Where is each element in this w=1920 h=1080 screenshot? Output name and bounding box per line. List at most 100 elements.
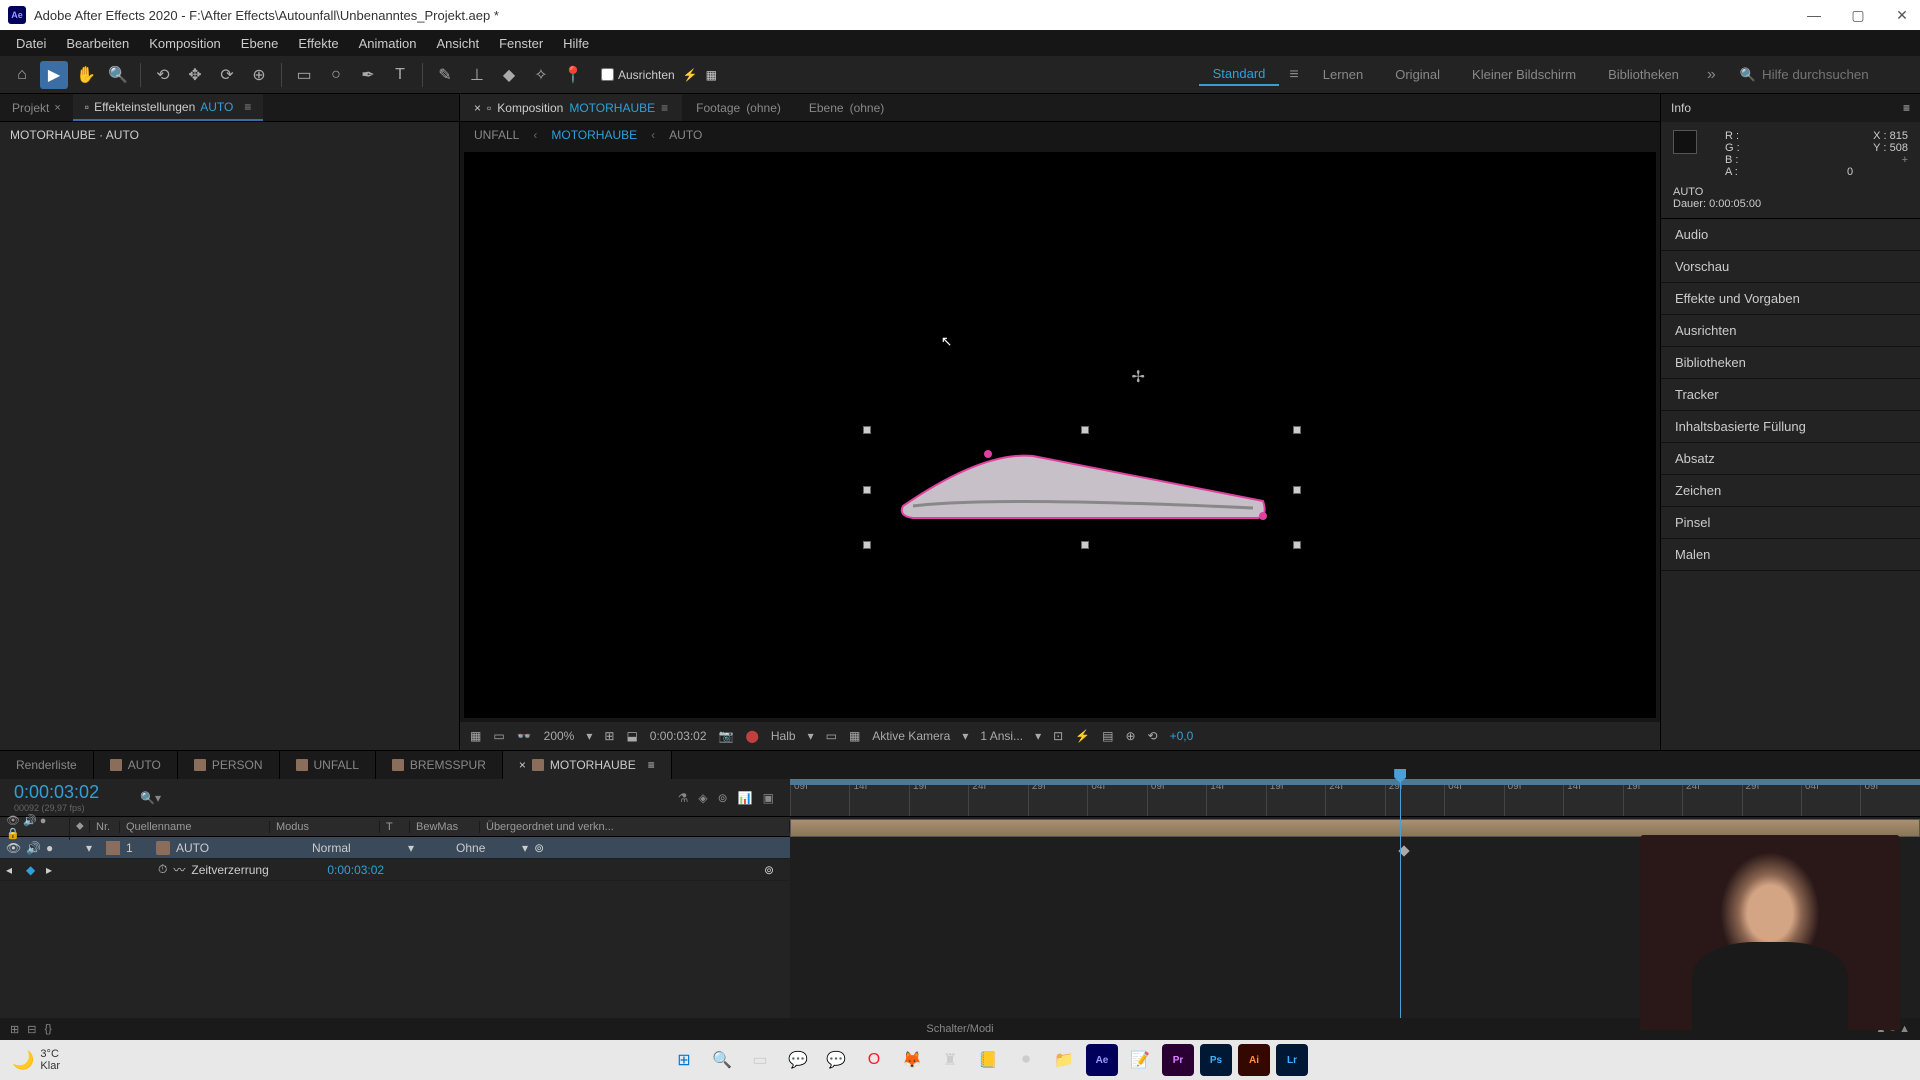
- resolution-icon[interactable]: ⊞: [604, 729, 614, 743]
- snapshot-icon[interactable]: 📷: [719, 729, 734, 743]
- pan-tool[interactable]: ✥: [181, 61, 209, 89]
- transform-handle[interactable]: [863, 486, 871, 494]
- zoom-tool[interactable]: 🔍: [104, 61, 132, 89]
- task-view-button[interactable]: ▭: [744, 1044, 776, 1076]
- tab-effekteinstellungen[interactable]: ▫ Effekteinstellungen AUTO ≡: [73, 94, 264, 121]
- snap-icon[interactable]: ⚡: [683, 68, 698, 82]
- hand-tool[interactable]: ✋: [72, 61, 100, 89]
- solo-toggle[interactable]: ●: [46, 841, 60, 855]
- keyframe-toggle[interactable]: ◆: [26, 863, 40, 877]
- transform-handle[interactable]: [1293, 426, 1301, 434]
- exposure-value[interactable]: +0,0: [1170, 729, 1194, 743]
- schalter-modi-toggle[interactable]: Schalter/Modi: [926, 1023, 993, 1035]
- selected-layer-shape[interactable]: [893, 446, 1273, 536]
- stopwatch-icon[interactable]: ⏱: [158, 862, 167, 877]
- dropdown-icon[interactable]: ▾: [522, 841, 528, 855]
- menu-komposition[interactable]: Komposition: [139, 36, 231, 51]
- firefox-icon[interactable]: 🦊: [896, 1044, 928, 1076]
- menu-effekte[interactable]: Effekte: [288, 36, 348, 51]
- transform-handle[interactable]: [1081, 426, 1089, 434]
- menu-hilfe[interactable]: Hilfe: [553, 36, 599, 51]
- panel-vorschau[interactable]: Vorschau: [1661, 251, 1920, 283]
- channel-icon[interactable]: ⬤: [745, 729, 758, 743]
- guides-icon[interactable]: ▭: [493, 729, 504, 743]
- timeline-layer-row[interactable]: 👁 🔊 ● ▾ 1 AUTO Normal ▾ Ohne ▾ ⊚: [0, 837, 790, 859]
- help-search-input[interactable]: [1762, 67, 1902, 82]
- rect-tool[interactable]: ▭: [290, 61, 318, 89]
- weather-widget[interactable]: 🌙 3°C Klar: [12, 1048, 60, 1072]
- comp-tab-komposition[interactable]: × ▫ Komposition MOTORHAUBE ≡: [460, 94, 682, 121]
- resolution-select[interactable]: Halb: [771, 729, 796, 743]
- panel-pinsel[interactable]: Pinsel: [1661, 507, 1920, 539]
- tl-tab-bremsspur[interactable]: BREMSSPUR: [376, 751, 503, 779]
- transform-handle[interactable]: [1293, 541, 1301, 549]
- work-area-bar[interactable]: [790, 779, 1920, 785]
- clone-tool[interactable]: ⊥: [463, 61, 491, 89]
- opera-icon[interactable]: O: [858, 1044, 890, 1076]
- grid-icon[interactable]: ▦: [470, 729, 481, 743]
- mask-icon[interactable]: 👓: [517, 729, 532, 743]
- timeline-ruler[interactable]: 09f 14f 19f 24f 29f 04f 09f 14f 19f 24f …: [790, 779, 1920, 817]
- tl-tab-person[interactable]: PERSON: [178, 751, 280, 779]
- timeline-icon[interactable]: ▤: [1102, 729, 1113, 743]
- start-button[interactable]: ⊞: [668, 1044, 700, 1076]
- toggle-modes-icon[interactable]: ⊟: [27, 1023, 36, 1036]
- workspace-overflow-icon[interactable]: »: [1697, 66, 1726, 84]
- brush-tool[interactable]: ✎: [431, 61, 459, 89]
- reset-exposure-icon[interactable]: ⟲: [1148, 729, 1158, 743]
- keyframe-nav-next[interactable]: ▸: [46, 863, 60, 877]
- zoom-dropdown-icon[interactable]: ▾: [586, 729, 592, 743]
- viewport-timecode[interactable]: 0:00:03:02: [650, 729, 707, 743]
- panel-malen[interactable]: Malen: [1661, 539, 1920, 571]
- menu-ansicht[interactable]: Ansicht: [426, 36, 489, 51]
- layer-name[interactable]: AUTO: [176, 841, 306, 855]
- panel-menu-icon[interactable]: ≡: [244, 100, 251, 114]
- dropdown-icon[interactable]: ⬓: [626, 729, 637, 743]
- pen-tool[interactable]: ✒: [354, 61, 382, 89]
- close-icon[interactable]: ×: [519, 758, 526, 772]
- rotate-tool[interactable]: ⟳: [213, 61, 241, 89]
- obs-icon[interactable]: ⏺: [1010, 1044, 1042, 1076]
- close-icon[interactable]: ×: [54, 102, 60, 114]
- menu-animation[interactable]: Animation: [349, 36, 427, 51]
- panel-inhaltsfuellung[interactable]: Inhaltsbasierte Füllung: [1661, 411, 1920, 443]
- app-icon[interactable]: 📝: [1124, 1044, 1156, 1076]
- close-icon[interactable]: ×: [474, 101, 481, 115]
- menu-fenster[interactable]: Fenster: [489, 36, 553, 51]
- maximize-button[interactable]: ▢: [1848, 7, 1868, 24]
- workspace-original[interactable]: Original: [1381, 64, 1454, 85]
- timeline-search-icon[interactable]: 🔍▾: [140, 791, 161, 805]
- ellipse-tool[interactable]: ○: [322, 61, 350, 89]
- panel-menu-icon[interactable]: ≡: [648, 758, 655, 772]
- teams-icon[interactable]: 💬: [782, 1044, 814, 1076]
- panel-bibliotheken[interactable]: Bibliotheken: [1661, 347, 1920, 379]
- dropdown-icon[interactable]: ▾: [1035, 729, 1041, 743]
- menu-ebene[interactable]: Ebene: [231, 36, 289, 51]
- frame-blend-icon[interactable]: ◈: [698, 791, 707, 805]
- workspace-menu-icon[interactable]: ≡: [1283, 66, 1304, 84]
- panel-absatz[interactable]: Absatz: [1661, 443, 1920, 475]
- workspace-lernen[interactable]: Lernen: [1309, 64, 1377, 85]
- orbit-tool[interactable]: ⟲: [149, 61, 177, 89]
- flowchart-icon[interactable]: ⊕: [1125, 729, 1135, 743]
- panel-tracker[interactable]: Tracker: [1661, 379, 1920, 411]
- workspace-standard[interactable]: Standard: [1199, 63, 1280, 86]
- property-value[interactable]: 0:00:03:02: [327, 863, 384, 877]
- eraser-tool[interactable]: ◆: [495, 61, 523, 89]
- menu-bearbeiten[interactable]: Bearbeiten: [56, 36, 139, 51]
- roto-tool[interactable]: ✧: [527, 61, 555, 89]
- breadcrumb-motorhaube[interactable]: MOTORHAUBE: [551, 128, 637, 142]
- draft3d-icon[interactable]: ▣: [763, 791, 774, 805]
- region-icon[interactable]: ▭: [826, 729, 837, 743]
- parent-pickwhip-icon[interactable]: ⊚: [534, 841, 554, 855]
- tl-tab-renderliste[interactable]: Renderliste: [0, 751, 94, 779]
- layer-mode[interactable]: Normal: [312, 841, 402, 855]
- explorer-icon[interactable]: 📁: [1048, 1044, 1080, 1076]
- breadcrumb-auto[interactable]: AUTO: [669, 128, 702, 142]
- zoom-value[interactable]: 200%: [544, 729, 575, 743]
- transform-handle[interactable]: [863, 426, 871, 434]
- tab-projekt[interactable]: Projekt ×: [0, 94, 73, 121]
- menu-datei[interactable]: Datei: [6, 36, 56, 51]
- panel-effekte-vorgaben[interactable]: Effekte und Vorgaben: [1661, 283, 1920, 315]
- motion-blur-icon[interactable]: ⊚: [718, 791, 728, 805]
